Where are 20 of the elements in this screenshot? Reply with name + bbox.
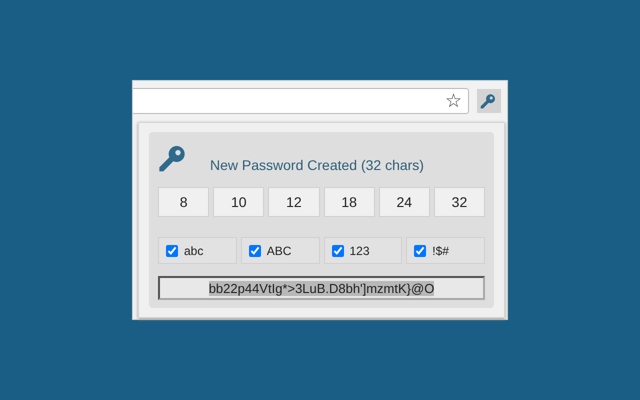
length-button[interactable]: 32 <box>434 187 486 217</box>
popup-title: New Password Created (32 chars) <box>210 157 424 174</box>
extension-button[interactable] <box>477 89 501 113</box>
length-button[interactable]: 8 <box>158 187 210 217</box>
length-button[interactable]: 10 <box>213 187 264 217</box>
bookmark-star-icon[interactable]: ☆ <box>445 92 462 110</box>
length-button[interactable]: 12 <box>268 187 320 217</box>
checkbox[interactable] <box>332 244 344 256</box>
key-icon <box>480 92 498 110</box>
address-bar[interactable]: ☆ <box>133 88 469 114</box>
checkbox-label: abc <box>184 244 204 258</box>
password-field[interactable]: bb22p44VtIg*>3LuB.D8bh']mzmtK}@O <box>158 276 485 300</box>
checkbox-label: ABC <box>266 244 292 258</box>
length-button[interactable]: 24 <box>378 187 430 217</box>
checkbox[interactable] <box>248 244 261 256</box>
checkbox[interactable] <box>166 244 178 256</box>
checkbox-label: 123 <box>350 244 370 258</box>
checkbox-label: !$# <box>432 244 449 258</box>
length-button[interactable]: 18 <box>324 187 375 217</box>
checkbox[interactable] <box>414 244 426 256</box>
